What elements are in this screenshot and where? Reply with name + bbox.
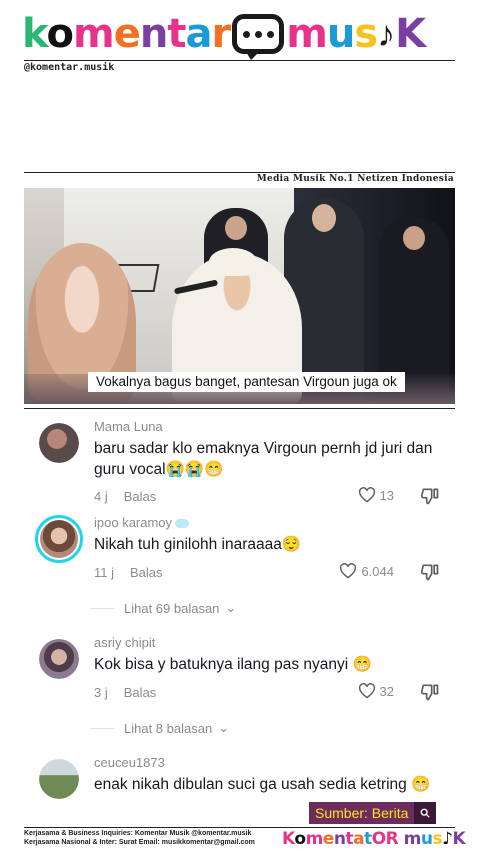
view-replies-label: Lihat 69 balasan xyxy=(124,600,220,616)
account-handle: @komentar.musik xyxy=(24,62,115,73)
chevron-down-icon: ⌄ xyxy=(225,600,237,615)
logo-letter: m xyxy=(403,829,422,849)
video-divider xyxy=(24,408,455,409)
logo-letter: a xyxy=(353,829,365,849)
avatar[interactable] xyxy=(39,423,79,463)
heart-icon xyxy=(358,683,375,699)
badge-icon xyxy=(175,519,190,529)
logo-word-komentar: komentar xyxy=(22,11,231,57)
like-button[interactable]: 32 xyxy=(358,683,394,699)
dislike-icon[interactable] xyxy=(420,486,440,506)
logo-letter: K xyxy=(282,829,295,849)
comment-time: 4 j xyxy=(94,489,108,504)
dislike-icon[interactable] xyxy=(420,682,440,702)
comment-username[interactable]: ceuceu1873 xyxy=(94,755,165,770)
heart-icon xyxy=(340,563,357,579)
logo-letter: s xyxy=(354,11,378,57)
brand-logo: komentar mus ♪ K xyxy=(22,10,426,60)
view-replies-button[interactable]: Lihat 8 balasan ⌄ xyxy=(90,720,229,736)
logo-letter: u xyxy=(420,829,433,849)
music-note-icon: ♪ xyxy=(377,13,396,54)
comment-username[interactable]: asriy chipit xyxy=(94,635,155,650)
source-badge: Sumber: Berita xyxy=(309,802,437,824)
comment-meta: 4 j Balas xyxy=(94,489,156,504)
logo-letter: R xyxy=(385,829,399,849)
avatar[interactable] xyxy=(35,515,83,563)
logo-letter: t xyxy=(364,829,372,849)
comment-meta: 3 j Balas xyxy=(94,685,156,700)
comment-text: baru sadar klo emaknya Virgoun pernh jd … xyxy=(94,440,433,478)
tagline-divider xyxy=(24,172,455,173)
footer-line-1: Kerjasama & Business Inquiries: Komentar… xyxy=(24,830,252,837)
comment-text: Kok bisa y batuknya ilang pas nyanyi 😁 xyxy=(94,656,372,673)
logo-letter: K xyxy=(395,11,426,57)
logo-word-musik: mus xyxy=(286,11,378,57)
reply-button[interactable]: Balas xyxy=(130,565,163,580)
comment-text: Nikah tuh ginilohh inaraaaa😌 xyxy=(94,536,302,553)
header-divider xyxy=(24,60,455,61)
like-count: 13 xyxy=(379,487,394,503)
logo-letter: e xyxy=(113,11,141,57)
view-replies-label: Lihat 8 balasan xyxy=(124,720,213,736)
logo-letter: s xyxy=(432,829,443,849)
logo-letter: m xyxy=(73,11,115,57)
chevron-down-icon: ⌄ xyxy=(218,720,230,735)
reply-button[interactable]: Balas xyxy=(124,685,157,700)
comment-meta: 11 j Balas xyxy=(94,565,163,580)
view-replies-button[interactable]: Lihat 69 balasan ⌄ xyxy=(90,600,236,616)
replies-divider xyxy=(90,607,114,609)
username-text: ipoo karamoy xyxy=(94,515,173,530)
logo-letter: ♪ xyxy=(442,829,453,849)
logo-letter: k xyxy=(22,11,48,57)
replies-divider xyxy=(90,727,114,729)
logo-letter: m xyxy=(305,829,324,849)
video-frame[interactable]: Vokalnya bagus banget, pantesan Virgoun … xyxy=(24,188,455,404)
logo-word-k: K xyxy=(395,11,426,57)
logo-letter: K xyxy=(452,829,466,849)
chat-bubble-icon xyxy=(232,14,285,60)
comment-time: 3 j xyxy=(94,685,108,700)
logo-letter: r xyxy=(211,11,231,57)
footer-contact: Kerjasama & Business Inquiries: Komentar… xyxy=(24,830,255,847)
footer-divider xyxy=(24,827,455,828)
dislike-icon[interactable] xyxy=(420,562,440,582)
logo-letter: O xyxy=(371,829,386,849)
like-count: 32 xyxy=(379,683,394,699)
avatar[interactable] xyxy=(39,639,79,679)
logo-letter: o xyxy=(294,829,306,849)
reply-button[interactable]: Balas xyxy=(124,489,157,504)
source-label: Sumber: Berita xyxy=(309,802,415,824)
logo-letter: m xyxy=(286,11,328,57)
footer-line-2: Kerjasama Nasional & Inter: Surat Email:… xyxy=(24,838,255,846)
logo-letter: a xyxy=(185,11,212,57)
footer-logo: KomentatOR mus♪K xyxy=(282,829,466,849)
singer-hair xyxy=(209,248,257,276)
search-icon xyxy=(414,802,437,824)
logo-letter: t xyxy=(167,11,186,57)
like-count: 6.044 xyxy=(361,563,394,579)
like-button[interactable]: 13 xyxy=(358,487,394,503)
logo-letter: n xyxy=(139,11,169,57)
logo-letter: n xyxy=(333,829,346,849)
logo-letter: u xyxy=(326,11,356,57)
comment-username[interactable]: Mama Luna xyxy=(94,419,163,434)
logo-letter: t xyxy=(345,829,354,849)
logo-letter: o xyxy=(46,11,75,57)
video-caption: Vokalnya bagus banget, pantesan Virgoun … xyxy=(88,372,405,392)
comment-time: 11 j xyxy=(94,565,114,580)
avatar[interactable] xyxy=(39,759,79,799)
heart-icon xyxy=(358,487,375,503)
logo-letter: e xyxy=(322,829,335,849)
tagline: Media Musik No.1 Netizen Indonesia xyxy=(256,174,454,184)
like-button[interactable]: 6.044 xyxy=(339,563,394,579)
comment-text: enak nikah dibulan suci ga usah sedia ke… xyxy=(94,776,431,793)
comment-username[interactable]: ipoo karamoy xyxy=(94,515,190,530)
